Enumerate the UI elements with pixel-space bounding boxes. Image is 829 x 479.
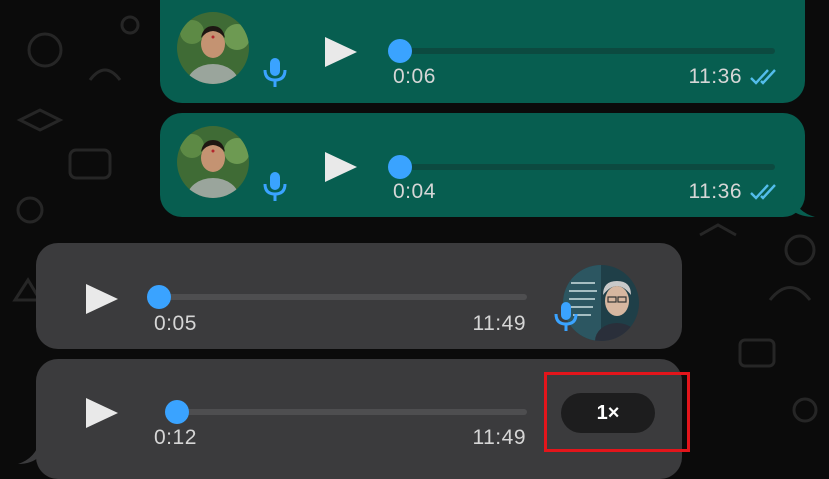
message-time: 11:36 <box>688 180 742 203</box>
play-icon[interactable] <box>323 35 359 69</box>
voice-duration: 0:05 <box>154 312 197 335</box>
voice-duration: 0:04 <box>393 180 436 203</box>
highlight-box <box>544 372 690 452</box>
voice-duration: 0:06 <box>393 65 436 88</box>
audio-progress-track[interactable] <box>166 409 527 415</box>
sender-avatar[interactable] <box>177 12 249 84</box>
play-icon[interactable] <box>323 150 359 184</box>
message-time: 11:49 <box>472 312 526 335</box>
outgoing-voice-message[interactable]: 0:06 11:36 <box>160 0 805 103</box>
audio-progress-track[interactable] <box>156 294 527 300</box>
sender-avatar[interactable] <box>177 126 249 198</box>
microphone-icon <box>554 302 578 331</box>
play-icon[interactable] <box>84 282 120 316</box>
bubble-tail <box>18 440 40 464</box>
voice-duration: 0:12 <box>154 426 197 449</box>
outgoing-voice-message[interactable]: 0:04 11:36 <box>160 113 805 217</box>
microphone-icon <box>263 172 287 201</box>
audio-progress-track[interactable] <box>393 164 775 170</box>
double-check-icon <box>750 69 776 85</box>
microphone-icon <box>263 58 287 87</box>
incoming-voice-message[interactable]: 0:05 11:49 <box>36 243 682 349</box>
play-icon[interactable] <box>84 396 120 430</box>
audio-progress-knob[interactable] <box>165 400 189 424</box>
message-time: 11:36 <box>688 65 742 88</box>
audio-progress-knob[interactable] <box>147 285 171 309</box>
double-check-icon <box>750 184 776 200</box>
audio-progress-knob[interactable] <box>388 39 412 63</box>
audio-progress-knob[interactable] <box>388 155 412 179</box>
message-time: 11:49 <box>472 426 526 449</box>
audio-progress-track[interactable] <box>393 48 775 54</box>
bubble-tail <box>793 196 815 217</box>
